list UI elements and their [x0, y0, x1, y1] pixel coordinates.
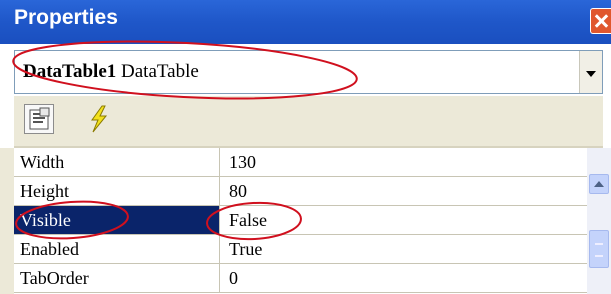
title-bar: Properties [0, 0, 611, 44]
scroll-thumb[interactable] [589, 230, 609, 268]
property-name: Enabled [14, 235, 220, 263]
window-title: Properties [14, 6, 118, 29]
property-name: Height [14, 177, 220, 205]
scroll-up-button[interactable] [589, 174, 609, 194]
property-row-visible[interactable]: Visible False [14, 206, 587, 235]
events-icon[interactable] [84, 104, 114, 134]
property-row-height[interactable]: Height 80 [14, 177, 587, 206]
property-row-enabled[interactable]: Enabled True [14, 235, 587, 264]
property-grid: Width 130 Height 80 Visible False Enable… [14, 148, 587, 294]
object-type: DataTable [121, 61, 199, 82]
chevron-down-icon[interactable] [579, 51, 602, 93]
properties-icon[interactable] [24, 104, 54, 134]
property-value[interactable]: True [221, 235, 587, 263]
property-row-taborder[interactable]: TabOrder 0 [14, 264, 587, 293]
property-row-width[interactable]: Width 130 [14, 148, 587, 177]
property-name: Visible [14, 206, 220, 234]
object-name: DataTable1 [23, 61, 117, 82]
property-name: TabOrder [14, 264, 220, 292]
vertical-scrollbar[interactable] [587, 148, 611, 294]
toolbar [14, 96, 603, 146]
property-name: Width [14, 148, 220, 176]
object-selector[interactable]: DataTable1 DataTable [14, 50, 603, 94]
property-value[interactable]: 130 [221, 148, 587, 176]
property-value[interactable]: 80 [221, 177, 587, 205]
grid-left-margin [0, 148, 14, 294]
property-value[interactable]: 0 [221, 264, 587, 292]
close-button[interactable] [590, 8, 611, 34]
object-selector-text: DataTable1 DataTable [23, 61, 199, 83]
property-value[interactable]: False [221, 206, 587, 234]
